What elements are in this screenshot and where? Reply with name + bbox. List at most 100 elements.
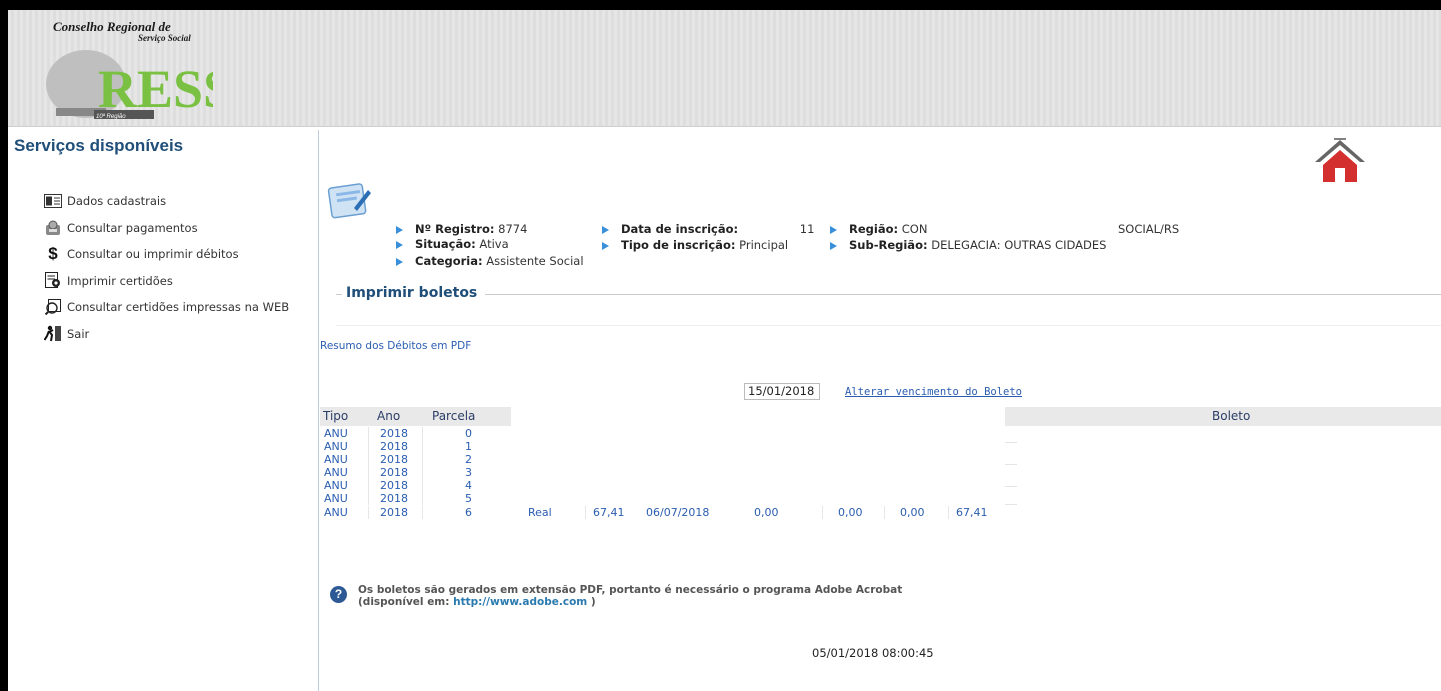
cell-c1: 0,00	[754, 506, 779, 519]
cell-ano: 2018	[380, 427, 408, 440]
cell-parcela: 6	[465, 506, 472, 519]
cress-logo[interactable]: Conselho Regional de Serviço Social RESS…	[38, 16, 228, 120]
registro-value: 8774	[498, 222, 528, 236]
pdf-summary-link[interactable]: Resumo dos Débitos em PDF	[320, 340, 471, 352]
cell-tipo: ANU	[324, 466, 348, 479]
section-title: Imprimir boletos	[342, 285, 486, 301]
tipo-value: Principal	[739, 238, 789, 252]
help-suffix: )	[590, 596, 596, 608]
help-line1: Os boletos são gerados em extensão PDF, …	[358, 584, 903, 596]
cell-tipo: ANU	[324, 492, 348, 505]
menu-item-certidoes-web[interactable]: Consultar certidões impressas na WEB	[44, 294, 289, 321]
redacted-area	[511, 407, 1005, 506]
menu-label: Consultar certidões impressas na WEB	[67, 300, 290, 315]
arrow-icon	[396, 240, 403, 249]
id-card-icon	[44, 193, 62, 209]
menu-label: Sair	[67, 326, 90, 341]
menu-item-consultar-pagamentos[interactable]: Consultar pagamentos	[44, 215, 289, 242]
cell-parcela: 2	[465, 453, 472, 466]
header-tipo: Tipo	[323, 409, 349, 423]
registro-label: Nº Registro:	[415, 222, 495, 236]
regiao-value: CON	[901, 222, 928, 236]
arrow-icon	[396, 257, 403, 266]
header-ano: Ano	[377, 409, 401, 423]
cell-parcela: 1	[465, 440, 472, 453]
cell-ano: 2018	[380, 479, 408, 492]
subregiao-info: Sub-Região: DELEGACIA: OUTRAS CIDADES	[830, 238, 1106, 252]
categoria-info: Categoria: Assistente Social	[396, 254, 584, 268]
exit-icon	[44, 326, 62, 342]
header-parcela: Parcela	[432, 409, 476, 423]
web-certificate-icon	[44, 299, 62, 316]
cell-tipo: ANU	[324, 506, 348, 519]
cell-total: 67,41	[956, 506, 988, 519]
cell-ano: 2018	[380, 466, 408, 479]
cell-c3: 0,00	[900, 506, 925, 519]
help-text: Os boletos são gerados em extensão PDF, …	[358, 584, 902, 608]
cell-vencimento: 06/07/2018	[646, 506, 710, 519]
situacao-label: Situação:	[415, 237, 476, 251]
logo-brand: RESS	[98, 59, 213, 119]
menu-label: Consultar ou imprimir débitos	[67, 247, 239, 262]
logo-graphic: RESS 10ª Região	[46, 50, 213, 120]
data-inscricao-info: Data de inscrição: 11	[602, 222, 814, 236]
regiao-info: Região: CON	[830, 222, 927, 236]
categoria-value: Assistente Social	[486, 254, 584, 268]
cell-ano: 2018	[380, 453, 408, 466]
table-row[interactable]: ANU 2018 6 Real 67,41 06/07/2018 0,00 0,…	[320, 506, 1020, 519]
situacao-value: Ativa	[479, 237, 509, 251]
subregiao-value: DELEGACIA: OUTRAS CIDADES	[931, 238, 1107, 252]
situacao-info: Situação: Ativa	[396, 237, 509, 251]
adobe-link[interactable]: http://www.adobe.com	[453, 596, 587, 608]
page: Conselho Regional de Serviço Social RESS…	[8, 10, 1441, 691]
due-date-input[interactable]: 15/01/2018	[744, 383, 820, 400]
data-value: 11	[799, 222, 815, 236]
tipo-label: Tipo de inscrição:	[621, 238, 736, 252]
cell-parcela: 4	[465, 479, 472, 492]
cell-ano: 2018	[380, 492, 408, 505]
timestamp: 05/01/2018 08:00:45	[812, 646, 934, 660]
arrow-icon	[602, 241, 609, 250]
cell-ano: 2018	[380, 440, 408, 453]
arrow-icon	[830, 241, 837, 250]
cell-ano: 2018	[380, 506, 408, 519]
menu-item-sair[interactable]: Sair	[44, 321, 289, 348]
header-boleto: Boleto	[1212, 409, 1251, 423]
menu-item-dados-cadastrais[interactable]: Dados cadastrais	[44, 188, 289, 215]
alter-due-date-link[interactable]: Alterar vencimento do Boleto	[845, 386, 1022, 398]
help-prefix: (disponível em:	[358, 596, 450, 608]
services-menu: Dados cadastrais Consultar pagamentos $ …	[44, 188, 289, 347]
menu-label: Consultar pagamentos	[67, 220, 198, 235]
cell-tipo: ANU	[324, 479, 348, 492]
arrow-icon	[602, 225, 609, 234]
cell-moeda: Real	[528, 506, 552, 519]
sidebar: Serviços disponíveis Dados cadastrais Co…	[8, 130, 319, 691]
profile-card-icon	[327, 183, 371, 219]
help-icon: ?	[330, 586, 347, 603]
regiao-tail: SOCIAL/RS	[1118, 222, 1180, 236]
payment-icon	[44, 220, 62, 236]
cell-parcela: 3	[465, 466, 472, 479]
sidebar-title: Serviços disponíveis	[14, 136, 184, 155]
arrow-icon	[830, 225, 837, 234]
regiao-label: Região:	[849, 222, 899, 236]
menu-item-consultar-debitos[interactable]: $ Consultar ou imprimir débitos	[44, 241, 289, 268]
cell-valor: 67,41	[593, 506, 625, 519]
help-line2: (disponível em: http://www.adobe.com )	[358, 596, 902, 608]
tipo-inscricao-info: Tipo de inscrição: Principal	[602, 238, 788, 252]
cell-tipo: ANU	[324, 453, 348, 466]
logo-region: 10ª Região	[96, 113, 126, 120]
certificate-icon	[44, 272, 62, 289]
cell-parcela: 0	[465, 427, 472, 440]
main-content: Nº Registro: 8774 Situação: Ativa Catego…	[320, 130, 1441, 691]
arrow-icon	[396, 225, 403, 234]
registro-info: Nº Registro: 8774	[396, 222, 527, 236]
header-banner: Conselho Regional de Serviço Social RESS…	[8, 10, 1441, 127]
cell-c2: 0,00	[838, 506, 863, 519]
menu-item-imprimir-certidoes[interactable]: Imprimir certidões	[44, 268, 289, 295]
data-label: Data de inscrição:	[621, 222, 739, 236]
subregiao-label: Sub-Região:	[849, 238, 928, 252]
home-icon[interactable]	[1312, 136, 1368, 184]
section-under-divider	[336, 325, 1441, 326]
menu-label: Dados cadastrais	[67, 194, 167, 209]
